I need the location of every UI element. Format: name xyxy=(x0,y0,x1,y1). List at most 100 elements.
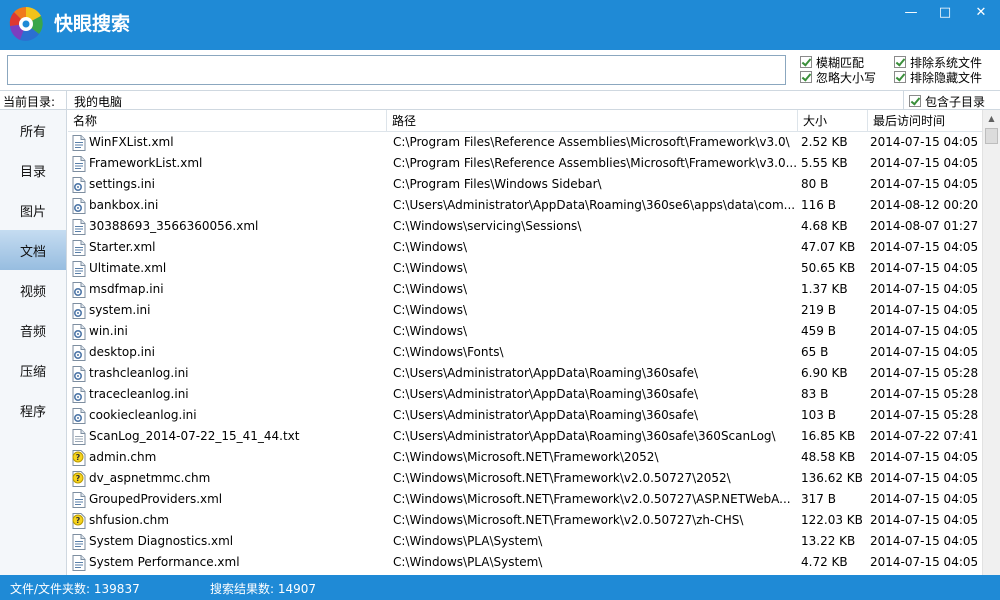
ignore-case-checkbox[interactable]: 忽略大小写 xyxy=(800,69,876,85)
cell-path: C:\Windows\ xyxy=(393,282,468,296)
cell-size: 50.65 KB xyxy=(801,261,856,275)
chm-file-icon: ? xyxy=(72,512,86,529)
exclude-hidden-label: 排除隐藏文件 xyxy=(910,70,983,85)
table-row[interactable]: 30388693_3566360056.xml C:\Windows\servic… xyxy=(68,216,982,237)
table-row[interactable]: Ultimate.xml C:\Windows\ 50.65 KB 2014-07-1… xyxy=(68,258,982,279)
cell-name: settings.ini xyxy=(68,174,387,195)
cell-path: C:\Windows\Fonts\ xyxy=(393,345,504,359)
sidebar-item-all[interactable]: 所有 xyxy=(0,110,66,150)
file-name: shfusion.chm xyxy=(89,513,169,527)
minimize-button[interactable]: — xyxy=(894,0,928,24)
current-directory-label: 当前目录: xyxy=(3,95,56,109)
file-name: desktop.ini xyxy=(89,345,155,359)
vertical-scrollbar[interactable]: ▲ xyxy=(982,110,1000,575)
cell-last-access: 2014-07-15 04:05 xyxy=(870,303,979,317)
svg-text:?: ? xyxy=(76,516,81,525)
cell-path: C:\Users\Administrator\AppData\Roaming\3… xyxy=(393,366,699,380)
minimize-icon: — xyxy=(904,4,918,20)
file-name: msdfmap.ini xyxy=(89,282,164,296)
table-row[interactable]: Starter.xml C:\Windows\ 47.07 KB 2014-07-15… xyxy=(68,237,982,258)
cell-name: cookiecleanlog.ini xyxy=(68,405,387,426)
table-row[interactable]: settings.ini C:\Program Files\Windows Sid… xyxy=(68,174,982,195)
table-row[interactable]: ScanLog_2014-07-22_15_41_44.txt C:\Users\… xyxy=(68,426,982,447)
sidebar-item-label: 视频 xyxy=(19,284,46,300)
sidebar-item-audio[interactable]: 音频 xyxy=(0,310,66,350)
column-header-size[interactable]: 大小 xyxy=(798,110,868,132)
cell-size: 4.68 KB xyxy=(801,219,848,233)
category-sidebar: 所有 目录 图片 文档 视频 音频 压缩 程序 xyxy=(0,110,67,575)
current-directory-bar: 当前目录: 我的电脑 包含子目录 xyxy=(0,90,1000,110)
table-row[interactable]: trashcleanlog.ini C:\Users\Administrator\… xyxy=(68,363,982,384)
exclude-hidden-checkbox[interactable]: 排除隐藏文件 xyxy=(894,69,982,85)
cell-size: 5.55 KB xyxy=(801,156,848,170)
file-name: tracecleanlog.ini xyxy=(89,387,189,401)
table-row[interactable]: System Performance.xml C:\Windows\PLA\Sys… xyxy=(68,552,982,573)
cell-name: msdfmap.ini xyxy=(68,279,387,300)
app-logo-icon xyxy=(9,7,43,41)
cell-last-access: 2014-07-15 04:05 xyxy=(870,156,979,170)
sidebar-item-archives[interactable]: 压缩 xyxy=(0,350,66,390)
xml-file-icon xyxy=(72,260,86,277)
cell-name: system.ini xyxy=(68,300,387,321)
sidebar-item-label: 图片 xyxy=(19,204,46,220)
checkbox-checked-icon xyxy=(909,95,921,107)
cell-last-access: 2014-07-15 04:05 xyxy=(870,240,979,254)
table-row[interactable]: desktop.ini C:\Windows\Fonts\ 65 B 2014-07-… xyxy=(68,342,982,363)
table-row[interactable]: FrameworkList.xml C:\Program Files\Refere… xyxy=(68,153,982,174)
ini-file-icon xyxy=(72,323,86,340)
xml-file-icon xyxy=(72,239,86,256)
ini-file-icon xyxy=(72,197,86,214)
sidebar-item-label: 目录 xyxy=(19,164,46,180)
cell-last-access: 2014-07-15 04:05 xyxy=(870,513,979,527)
table-row[interactable]: system.ini C:\Windows\ 219 B 2014-07-15 04:… xyxy=(68,300,982,321)
column-header-last-access[interactable]: 最后访问时间 xyxy=(868,110,982,132)
cell-last-access: 2014-07-15 05:28 xyxy=(870,387,979,401)
sidebar-item-images[interactable]: 图片 xyxy=(0,190,66,230)
table-row[interactable]: WinFXList.xml C:\Program Files\Reference … xyxy=(68,132,982,153)
scroll-up-arrow-icon[interactable]: ▲ xyxy=(983,110,1000,127)
close-button[interactable]: ✕ xyxy=(962,0,1000,24)
cell-size: 122.03 KB xyxy=(801,513,863,527)
current-directory-value: 我的电脑 xyxy=(74,95,123,109)
sidebar-item-label: 文档 xyxy=(19,244,46,260)
chm-file-icon: ? xyxy=(72,470,86,487)
maximize-icon: □ xyxy=(938,4,952,20)
include-subdirs-checkbox[interactable]: 包含子目录 xyxy=(909,93,985,109)
file-name: Ultimate.xml xyxy=(89,261,167,275)
sidebar-item-folders[interactable]: 目录 xyxy=(0,150,66,190)
table-row[interactable]: System Diagnostics.xml C:\Windows\PLA\Sys… xyxy=(68,531,982,552)
sidebar-item-videos[interactable]: 视频 xyxy=(0,270,66,310)
cell-last-access: 2014-08-12 00:20 xyxy=(870,198,979,212)
table-row[interactable]: ? admin.chm C:\Windows\Microsoft.NET\Frame… xyxy=(68,447,982,468)
column-header-name[interactable]: 名称 xyxy=(68,110,387,132)
table-row[interactable]: msdfmap.ini C:\Windows\ 1.37 KB 2014-07-15 … xyxy=(68,279,982,300)
file-count-status: 文件/文件夹数: 139837 xyxy=(10,582,140,596)
file-name: WinFXList.xml xyxy=(89,135,174,149)
table-row[interactable]: GroupedProviders.xml C:\Windows\Microsoft… xyxy=(68,489,982,510)
file-name: settings.ini xyxy=(89,177,155,191)
cell-path: C:\Program Files\Reference Assemblies\Mi… xyxy=(393,156,798,170)
cell-path: C:\Windows\ xyxy=(393,240,468,254)
file-name: FrameworkList.xml xyxy=(89,156,203,170)
sidebar-item-programs[interactable]: 程序 xyxy=(0,390,66,430)
cell-size: 48.58 KB xyxy=(801,450,856,464)
status-bar: 文件/文件夹数: 139837 搜索结果数: 14907 xyxy=(0,575,1000,600)
cell-last-access: 2014-08-07 01:27 xyxy=(870,219,979,233)
maximize-button[interactable]: □ xyxy=(928,0,962,24)
cell-size: 47.07 KB xyxy=(801,240,856,254)
scrollbar-thumb[interactable] xyxy=(985,128,998,144)
sidebar-item-documents[interactable]: 文档 xyxy=(0,230,66,270)
table-row[interactable]: ? dv_aspnetmmc.chm C:\Windows\Microsoft.NE… xyxy=(68,468,982,489)
divider xyxy=(903,91,904,110)
table-row[interactable]: tracecleanlog.ini C:\Users\Administrator\… xyxy=(68,384,982,405)
table-row[interactable]: win.ini C:\Windows\ 459 B 2014-07-15 04:05 xyxy=(68,321,982,342)
file-name: cookiecleanlog.ini xyxy=(89,408,197,422)
column-header-path[interactable]: 路径 xyxy=(387,110,798,132)
table-row[interactable]: cookiecleanlog.ini C:\Users\Administrator… xyxy=(68,405,982,426)
cell-name: Ultimate.xml xyxy=(68,258,387,279)
cell-name: ? dv_aspnetmmc.chm xyxy=(68,468,387,489)
file-name: system.ini xyxy=(89,303,151,317)
table-row[interactable]: ? shfusion.chm C:\Windows\Microsoft.NET\Fr… xyxy=(68,510,982,531)
search-input[interactable] xyxy=(7,55,786,85)
table-row[interactable]: bankbox.ini C:\Users\Administrator\AppDat… xyxy=(68,195,982,216)
